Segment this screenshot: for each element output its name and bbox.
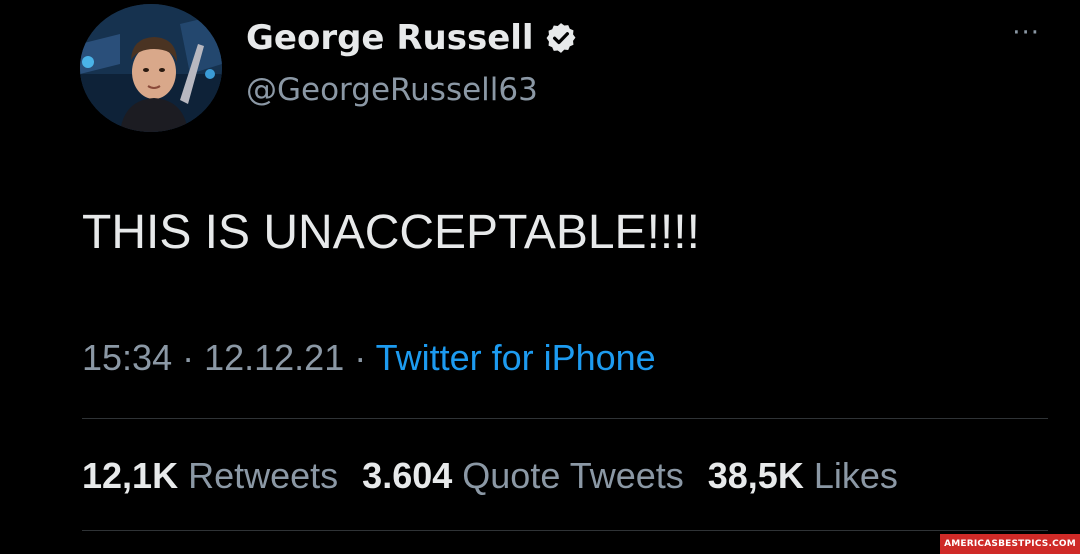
- watermark: AMERICASBESTPICS.COM: [940, 534, 1080, 554]
- engagement-stats: 12,1K Retweets 3.604 Quote Tweets 38,5K …: [82, 452, 898, 500]
- author-display-name-row[interactable]: George Russell: [246, 16, 578, 60]
- tweet-time[interactable]: 15:34: [82, 337, 172, 378]
- retweets-stat[interactable]: 12,1K Retweets: [82, 452, 338, 500]
- quote-tweets-count: 3.604: [362, 455, 453, 496]
- author-display-name[interactable]: George Russell: [246, 16, 534, 60]
- likes-label: Likes: [813, 455, 898, 496]
- tweet-text: THIS IS UNACCEPTABLE!!!!: [82, 206, 700, 259]
- meta-separator: ·: [172, 337, 205, 378]
- retweets-count: 12,1K: [82, 455, 179, 496]
- likes-stat[interactable]: 38,5K Likes: [708, 452, 898, 500]
- tweet-card: George Russell @GeorgeRussell63 ··· THIS…: [0, 0, 1080, 554]
- retweets-label: Retweets: [188, 455, 339, 496]
- quote-tweets-stat[interactable]: 3.604 Quote Tweets: [362, 452, 684, 500]
- author-handle[interactable]: @GeorgeRussell63: [246, 70, 538, 110]
- quote-tweets-label: Quote Tweets: [462, 455, 684, 496]
- avatar[interactable]: [80, 4, 222, 132]
- verified-badge-icon: [544, 21, 578, 55]
- divider: [82, 530, 1048, 531]
- tweet-meta: 15:34 · 12.12.21 · Twitter for iPhone: [82, 336, 656, 380]
- divider: [82, 418, 1048, 419]
- likes-count: 38,5K: [707, 455, 804, 496]
- meta-separator: ·: [344, 337, 376, 378]
- avatar-image: [80, 4, 222, 132]
- tweet-date[interactable]: 12.12.21: [204, 337, 344, 378]
- more-options-icon[interactable]: ···: [1012, 20, 1040, 46]
- tweet-source-link[interactable]: Twitter for iPhone: [376, 337, 656, 378]
